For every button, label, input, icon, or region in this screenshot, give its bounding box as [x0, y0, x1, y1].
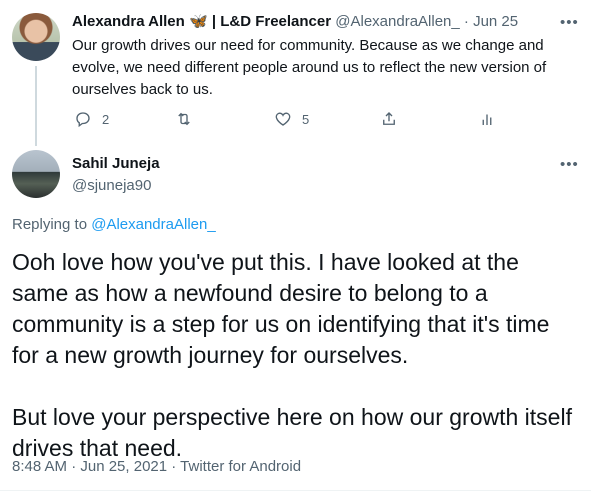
parent-author-avatar[interactable] [12, 13, 60, 61]
parent-author-handle[interactable]: @AlexandraAllen_ [335, 13, 459, 30]
more-horizontal-icon[interactable]: ••• [560, 15, 579, 30]
heart-icon [275, 112, 291, 126]
analytics-icon [482, 114, 492, 125]
retweet-icon [178, 112, 190, 126]
divider [0, 490, 591, 491]
parent-author-name[interactable]: Alexandra Allen [72, 13, 185, 30]
parent-author-badge: 🦋 | L&D Freelancer [189, 13, 332, 30]
analytics-button[interactable] [478, 110, 496, 128]
parent-tweet-text: Our growth drives our need for community… [72, 37, 547, 98]
thread-connector-line [35, 66, 37, 146]
share-button[interactable] [380, 110, 398, 128]
share-icon [383, 112, 395, 125]
reply-button[interactable]: 2 [74, 110, 109, 128]
parent-tweet-date[interactable]: Jun 25 [473, 13, 518, 30]
like-count: 5 [302, 111, 310, 127]
replying-to-link[interactable]: @AlexandraAllen_ [91, 216, 215, 233]
more-horizontal-icon[interactable]: ••• [560, 157, 579, 172]
reply-count: 2 [102, 111, 110, 127]
reply-tweet-meta[interactable]: 8:48 AM · Jun 25, 2021 · Twitter for And… [12, 458, 301, 475]
reply-author-handle[interactable]: @sjuneja90 [72, 176, 151, 196]
reply-tweet-text: Ooh love how you've put this. I have loo… [12, 249, 572, 461]
retweet-button[interactable] [175, 110, 203, 128]
reply-author-name[interactable]: Sahil Juneja [72, 155, 160, 172]
header-separator: · [459, 13, 474, 30]
parent-tweet-header: Alexandra Allen 🦋 | L&D Freelancer @Alex… [72, 12, 518, 32]
replying-to-line: Replying to @AlexandraAllen_ [12, 216, 216, 233]
reply-author-avatar[interactable] [12, 150, 60, 198]
replying-to-prefix: Replying to [12, 216, 92, 233]
like-button[interactable]: 5 [274, 110, 309, 128]
reply-author-name-row: Sahil Juneja [72, 154, 160, 174]
reply-icon [76, 112, 90, 128]
